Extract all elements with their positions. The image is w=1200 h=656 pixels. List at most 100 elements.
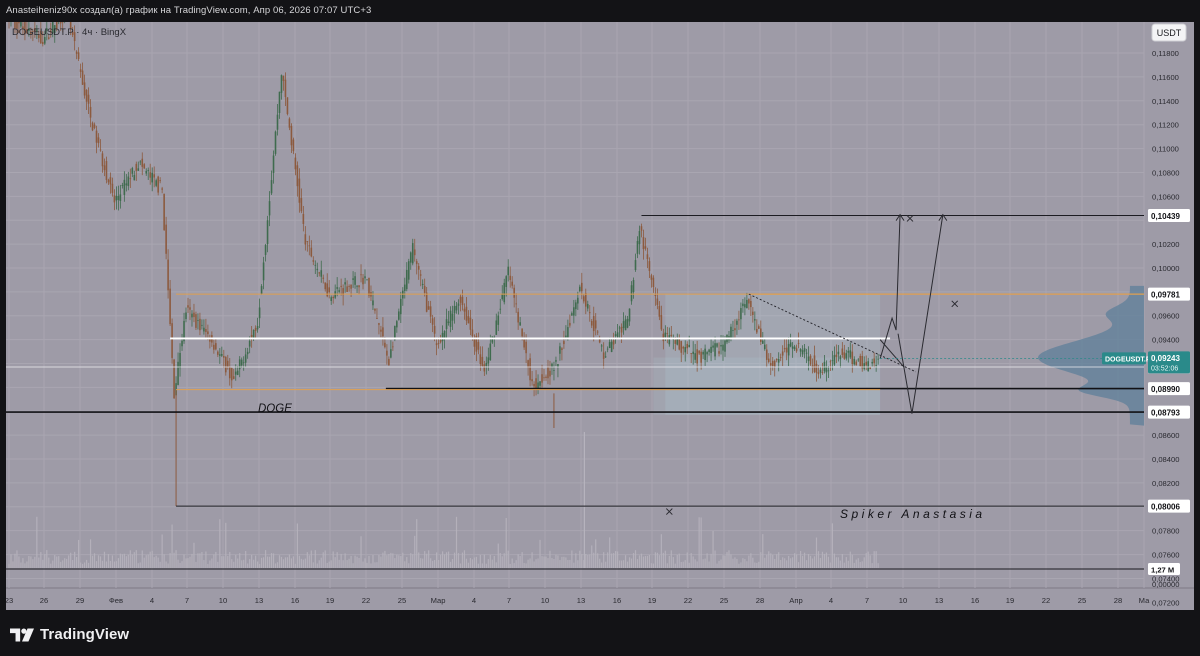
volume-bar [843,562,845,568]
candle-body [602,352,605,359]
volume-bar [101,560,104,568]
time-tick-label: 7 [185,596,189,605]
volume-bar [213,554,215,568]
volume-bar [607,552,609,568]
volume-bar [36,516,38,568]
volume-bar [847,560,849,568]
price-label-tag[interactable]: 0,08990 [1148,382,1190,396]
chart-area[interactable]: 0,104390,097810,091710,089900,087930,080… [5,22,1194,610]
volume-bar [430,558,432,568]
candle-body [425,292,428,312]
candle-body [622,321,625,329]
chart-svg[interactable]: 0,104390,097810,091710,089900,087930,080… [5,22,1194,610]
volume-bar [624,555,627,568]
volume-bar [609,537,611,568]
volume-bar [501,556,503,568]
candle-body [559,346,561,354]
volume-bar [535,559,537,568]
candle-body [451,313,454,321]
candle-body [571,313,573,316]
volume-bar [12,561,14,568]
volume-bar [280,556,283,568]
volume-bar [473,557,475,568]
volume-bar [688,562,690,568]
candle-body [396,321,398,328]
candle-body [809,355,812,365]
candle-body [318,272,321,274]
plot-background [6,22,1144,588]
candle-body [461,296,464,306]
candle-body [264,245,267,255]
volume-bar [308,555,310,568]
candle-body [344,282,346,285]
volume-bar [714,550,716,568]
volume-bar [300,558,302,568]
symbol-legend[interactable]: DOGEUSDT.P · 4ч · BingX [12,27,127,38]
candle-body [101,153,104,167]
candle-body [107,179,110,183]
volume-bar [821,551,824,568]
candle-body [565,335,567,338]
candle-body [459,296,462,303]
volume-bar [237,558,239,568]
volume-bar [706,553,708,568]
volume-bar [219,519,221,568]
candle-body [501,294,504,300]
candle-body [791,346,794,349]
volume-bar [364,558,366,568]
symbol-tag-text: DOGEUSDT.P [1105,357,1151,364]
candle-body [244,354,247,363]
candle-body [103,165,106,171]
volume-bar [615,551,617,568]
candle-body [688,344,690,348]
candle-body [489,343,492,361]
candle-body [219,354,221,356]
price-label-tag[interactable]: 0,09781 [1148,287,1190,301]
volume-bar [137,563,139,568]
price-label-tag[interactable]: 0,08793 [1148,405,1190,419]
candle-body [569,322,571,326]
candle-body [417,265,420,270]
volume-bar [579,550,581,568]
price-label-tag[interactable]: 0,08006 [1148,499,1190,513]
volume-bar [68,555,70,568]
candle-body [79,69,82,72]
currency-label: USDT [1157,28,1182,38]
volume-bar [670,550,672,568]
candle [91,121,94,132]
candle-body [157,176,159,193]
candle-body [467,316,470,324]
volume-bar [221,556,223,568]
volume-value-tag[interactable]: 1,27 M [1148,563,1180,575]
candle-body [201,324,203,326]
time-tick-label: 19 [326,596,334,605]
symbol-tag[interactable]: DOGEUSDT.P [1102,352,1151,365]
candle-body [427,306,430,310]
volume-bar [352,563,354,568]
candle-body [113,195,116,203]
candle-body [254,327,257,331]
candle [171,318,173,364]
candle-body [632,279,635,292]
volume-bar [559,560,561,568]
volume-bar [412,554,414,568]
tradingview-logo[interactable]: TradingView [10,626,129,643]
candle-body [445,319,448,330]
volume-bar [636,559,639,568]
candle-body [495,320,498,335]
candle-body [857,359,860,361]
candle-body [573,307,575,316]
volume-bar [750,553,752,568]
candle-body [268,201,271,216]
price-label-tag[interactable]: 0,10439 [1148,209,1190,223]
candle-body [306,241,309,242]
volume-bar [859,562,861,568]
volume-bar [211,558,213,568]
tradingview-logo-text: TradingView [40,626,130,643]
current-price-tag[interactable]: 0,09243 03:52:06 [1148,351,1190,374]
volume-bar [72,559,74,568]
volume-bar [141,550,143,568]
candle-body [282,75,285,81]
currency-button[interactable]: USDT [1151,23,1187,42]
volume-bar [438,559,440,568]
